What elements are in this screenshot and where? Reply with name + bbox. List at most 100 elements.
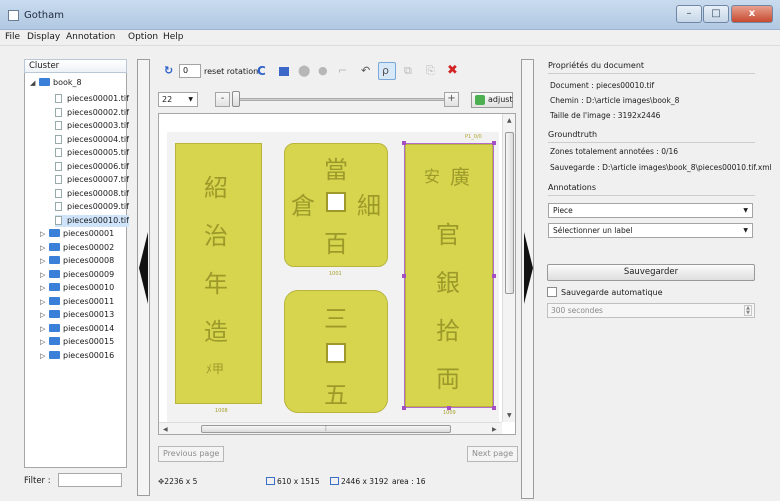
expand-right-icon[interactable]: ▷ bbox=[40, 282, 49, 294]
rotation-input[interactable]: 0 bbox=[179, 64, 201, 78]
right-panel-splitter[interactable] bbox=[521, 59, 534, 499]
menu-file[interactable]: File bbox=[5, 32, 20, 42]
zoom-in-button[interactable]: + bbox=[444, 92, 459, 107]
folder-icon bbox=[49, 256, 60, 264]
label-select[interactable]: Sélectionner un label ▼ bbox=[548, 223, 753, 238]
ellipse-tool-icon[interactable]: ● bbox=[318, 64, 328, 78]
expand-right-icon[interactable]: ▷ bbox=[40, 350, 49, 362]
tree-folder-item[interactable]: ▷ pieces00008 bbox=[40, 255, 114, 267]
paste-icon[interactable]: ⎘ bbox=[426, 64, 435, 78]
line-tool-icon[interactable]: ⌐ bbox=[338, 64, 347, 78]
menu-display[interactable]: Display bbox=[27, 32, 60, 42]
cluster-header[interactable]: Cluster bbox=[24, 59, 127, 73]
selected-zone-outline[interactable] bbox=[404, 143, 494, 408]
rotate-back-icon[interactable]: C bbox=[257, 64, 266, 78]
tree-file-item[interactable]: pieces00003.tif bbox=[55, 120, 129, 132]
tree-file-item[interactable]: pieces00007.tif bbox=[55, 174, 129, 186]
adjust-icon bbox=[475, 95, 485, 105]
resize-handle[interactable] bbox=[402, 141, 406, 145]
menu-help[interactable]: Help bbox=[163, 32, 184, 42]
expand-down-icon[interactable]: ◢ bbox=[30, 77, 39, 89]
autosave-checkbox[interactable] bbox=[547, 287, 557, 297]
tree-folder-item[interactable]: ▷ pieces00002 bbox=[40, 242, 114, 254]
expand-right-icon[interactable]: ▷ bbox=[40, 336, 49, 348]
tree-folder-item[interactable]: ▷ pieces00011 bbox=[40, 296, 114, 308]
tree-file-item[interactable]: pieces00002.tif bbox=[55, 107, 129, 119]
coin-left-zone[interactable]: 紹 治 年 造 ﾒ甲 bbox=[175, 143, 262, 404]
close-button[interactable]: x bbox=[731, 5, 773, 23]
expand-right-icon[interactable]: ▷ bbox=[40, 296, 49, 308]
zoom-slider[interactable] bbox=[236, 98, 446, 101]
menu-annotation[interactable]: Annotation bbox=[66, 32, 115, 42]
horizontal-scroll-thumb[interactable]: ⋮ bbox=[201, 425, 451, 433]
spin-arrows-icon[interactable]: ▲ ▼ bbox=[744, 305, 752, 316]
resize-handle[interactable] bbox=[492, 141, 496, 145]
adjust-button[interactable]: adjust bbox=[471, 92, 513, 108]
copy-icon[interactable]: ⧉ bbox=[404, 64, 412, 78]
undo-icon[interactable]: ↶ bbox=[361, 64, 370, 78]
next-page-button[interactable]: Next page bbox=[467, 446, 519, 462]
resize-handle[interactable] bbox=[492, 406, 496, 410]
cluster-tree[interactable]: ◢ book_8 pieces00001.tif pieces00002.tif pi… bbox=[24, 73, 129, 468]
divider bbox=[548, 195, 755, 196]
tree-folder-item[interactable]: ▷ pieces00014 bbox=[40, 323, 114, 335]
horizontal-scrollbar[interactable]: ◀ ⋮ ▶ bbox=[159, 422, 502, 434]
expand-right-icon[interactable]: ▷ bbox=[40, 255, 49, 267]
tree-folder-item[interactable]: ▷ pieces00009 bbox=[40, 269, 114, 281]
tree-file-item[interactable]: pieces00005.tif bbox=[55, 147, 129, 159]
tree-folder-item[interactable]: ▷ pieces00015 bbox=[40, 336, 114, 348]
tree-folder-item[interactable]: ▷ pieces00016 bbox=[40, 350, 114, 362]
zoom-out-button[interactable]: - bbox=[215, 92, 230, 107]
left-panel-splitter[interactable] bbox=[137, 59, 150, 496]
tree-folder-item[interactable]: ▷ pieces00001 bbox=[40, 228, 114, 240]
tree-file-item[interactable]: pieces00008.tif bbox=[55, 188, 129, 200]
expand-right-icon[interactable]: ▷ bbox=[40, 269, 49, 281]
resize-handle[interactable] bbox=[402, 406, 406, 410]
rectangle-tool-icon[interactable] bbox=[279, 67, 289, 76]
coin-center-bottom-zone[interactable]: 三 五 bbox=[284, 290, 388, 413]
circle-tool-icon[interactable]: ⬤ bbox=[298, 64, 310, 78]
zoom-select[interactable]: 22 ▼ bbox=[158, 92, 198, 107]
collapse-left-arrow-icon[interactable] bbox=[139, 232, 148, 304]
tree-file-item[interactable]: pieces00010.tif bbox=[55, 214, 129, 227]
coin-square-hole bbox=[326, 343, 346, 363]
cursor-position: ✥2236 x 5 bbox=[158, 477, 198, 486]
scroll-up-icon[interactable]: ▲ bbox=[507, 117, 512, 124]
collapse-right-arrow-icon[interactable] bbox=[524, 232, 533, 304]
tree-file-item[interactable]: pieces00004.tif bbox=[55, 134, 129, 146]
save-button[interactable]: Sauvegarder bbox=[547, 264, 755, 281]
autosave-interval-spinbox[interactable]: 300 secondes ▲ ▼ bbox=[547, 303, 755, 318]
expand-right-icon[interactable]: ▷ bbox=[40, 242, 49, 254]
scroll-down-icon[interactable]: ▼ bbox=[507, 412, 512, 419]
tree-file-item[interactable]: pieces00006.tif bbox=[55, 161, 129, 173]
zoom-slider-handle[interactable] bbox=[232, 91, 240, 107]
minimize-button[interactable]: – bbox=[676, 5, 702, 23]
tree-root-book-8[interactable]: ◢ book_8 bbox=[30, 77, 82, 89]
expand-right-icon[interactable]: ▷ bbox=[40, 228, 49, 240]
scroll-right-icon[interactable]: ▶ bbox=[492, 426, 497, 433]
expand-right-icon[interactable]: ▷ bbox=[40, 323, 49, 335]
tree-folder-item[interactable]: ▷ pieces00010 bbox=[40, 282, 114, 294]
annotation-type-select[interactable]: Piece ▼ bbox=[548, 203, 753, 218]
resize-handle[interactable] bbox=[402, 274, 406, 278]
expand-right-icon[interactable]: ▷ bbox=[40, 309, 49, 321]
previous-page-button[interactable]: Previous page bbox=[158, 446, 225, 462]
reset-rotation-button[interactable]: reset rotation bbox=[204, 67, 258, 76]
lasso-tool-button[interactable]: ρ bbox=[378, 62, 396, 80]
tree-file-item[interactable]: pieces00009.tif bbox=[55, 201, 129, 213]
scroll-left-icon[interactable]: ◀ bbox=[163, 426, 168, 433]
maximize-button[interactable]: □ bbox=[703, 5, 729, 23]
delete-icon[interactable]: ✖ bbox=[447, 64, 458, 78]
resize-handle[interactable] bbox=[492, 274, 496, 278]
tree-file-item[interactable]: pieces00001.tif bbox=[55, 93, 129, 105]
menu-option[interactable]: Option bbox=[128, 32, 158, 42]
vertical-scrollbar[interactable]: ▲ ▼ bbox=[502, 114, 515, 422]
rotate-icon[interactable]: ↻ bbox=[164, 64, 173, 78]
vertical-scroll-thumb[interactable] bbox=[505, 132, 514, 294]
annotations-title: Annotations bbox=[548, 183, 597, 192]
tree-folder-item[interactable]: ▷ pieces00013 bbox=[40, 309, 114, 321]
image-canvas[interactable]: 紹 治 年 造 ﾒ甲 1008 當 百 倉 細 1001 三 五 廣 安 官 銀… bbox=[158, 113, 516, 435]
filter-input[interactable] bbox=[58, 473, 122, 487]
coin-center-top-zone[interactable]: 當 百 倉 細 bbox=[284, 143, 388, 267]
document-image[interactable]: 紹 治 年 造 ﾒ甲 1008 當 百 倉 細 1001 三 五 廣 安 官 銀… bbox=[167, 132, 499, 426]
